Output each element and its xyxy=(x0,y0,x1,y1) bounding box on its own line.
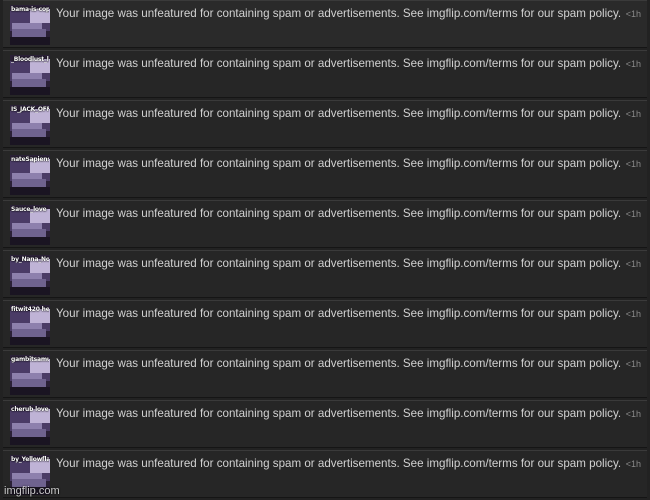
notification-thumbnail[interactable]: IS_JACK_OFFICI xyxy=(10,105,50,145)
notification-time: <1h xyxy=(625,109,641,119)
notification-message: Your image was unfeatured for containing… xyxy=(56,207,622,220)
notification-message: Your image was unfeatured for containing… xyxy=(56,407,622,420)
notification-message: Your image was unfeatured for containing… xyxy=(56,257,622,270)
thumbnail-username: Sauce_love xyxy=(11,206,47,213)
notification-message: Your image was unfeatured for containing… xyxy=(56,307,622,320)
notification-time: <1h xyxy=(625,359,641,369)
thumbnail-username: by_Yellowflash xyxy=(11,456,49,463)
notification-thumbnail[interactable]: _Bloodlust_lov xyxy=(10,55,50,95)
notification-thumbnail[interactable]: by_Nana_Nom xyxy=(10,255,50,295)
notification-row[interactable]: bama-is-coppin Your image was unfeatured… xyxy=(3,0,647,48)
notification-row[interactable]: _Bloodlust_lov Your image was unfeatured… xyxy=(3,50,647,98)
thumbnail-username: _Bloodlust_lov xyxy=(11,56,49,63)
notification-row[interactable]: Sauce_love Your image was unfeatured for… xyxy=(3,200,647,248)
notification-row[interactable]: IS_JACK_OFFICI Your image was unfeatured… xyxy=(3,100,647,148)
thumbnail-username: bama-is-coppin xyxy=(11,6,49,13)
notification-message: Your image was unfeatured for containing… xyxy=(56,457,622,470)
notification-message: Your image was unfeatured for containing… xyxy=(56,7,622,20)
notification-thumbnail[interactable]: nateSapiens12 xyxy=(10,155,50,195)
notification-time: <1h xyxy=(625,9,641,19)
notification-message: Your image was unfeatured for containing… xyxy=(56,157,622,170)
notification-message: Your image was unfeatured for containing… xyxy=(56,357,622,370)
thumbnail-username: nateSapiens12 xyxy=(11,156,49,163)
notification-row[interactable]: gambitsamuel Your image was unfeatured f… xyxy=(3,350,647,398)
notification-time: <1h xyxy=(625,259,641,269)
notification-time: <1h xyxy=(625,309,641,319)
notification-list: bama-is-coppin Your image was unfeatured… xyxy=(0,0,650,500)
notification-thumbnail[interactable]: bama-is-coppin xyxy=(10,5,50,45)
notification-row[interactable]: fitwit420 here Your image was unfeatured… xyxy=(3,300,647,348)
notification-time: <1h xyxy=(625,159,641,169)
notification-row[interactable]: by_Nana_Nom Your image was unfeatured fo… xyxy=(3,250,647,298)
notification-time: <1h xyxy=(625,59,641,69)
notification-time: <1h xyxy=(625,209,641,219)
notification-message: Your image was unfeatured for containing… xyxy=(56,107,622,120)
thumbnail-username: cherub love xyxy=(11,406,49,413)
notification-row[interactable]: nateSapiens12 Your image was unfeatured … xyxy=(3,150,647,198)
notification-time: <1h xyxy=(625,459,641,469)
thumbnail-username: gambitsamuel xyxy=(11,356,49,363)
notification-thumbnail[interactable]: Sauce_love xyxy=(10,205,50,245)
notification-thumbnail[interactable]: gambitsamuel xyxy=(10,355,50,395)
thumbnail-username: by_Nana_Nom xyxy=(11,256,49,263)
imgflip-watermark: imgflip.com xyxy=(4,485,60,497)
notification-thumbnail[interactable]: cherub love xyxy=(10,405,50,445)
notification-row[interactable]: cherub love Your image was unfeatured fo… xyxy=(3,400,647,448)
thumbnail-username: fitwit420 here xyxy=(11,306,49,313)
notification-message: Your image was unfeatured for containing… xyxy=(56,57,622,70)
notification-thumbnail[interactable]: fitwit420 here xyxy=(10,305,50,345)
notification-row[interactable]: by_Yellowflash Your image was unfeatured… xyxy=(3,450,647,498)
thumbnail-username: IS_JACK_OFFICI xyxy=(11,106,49,113)
notification-time: <1h xyxy=(625,409,641,419)
